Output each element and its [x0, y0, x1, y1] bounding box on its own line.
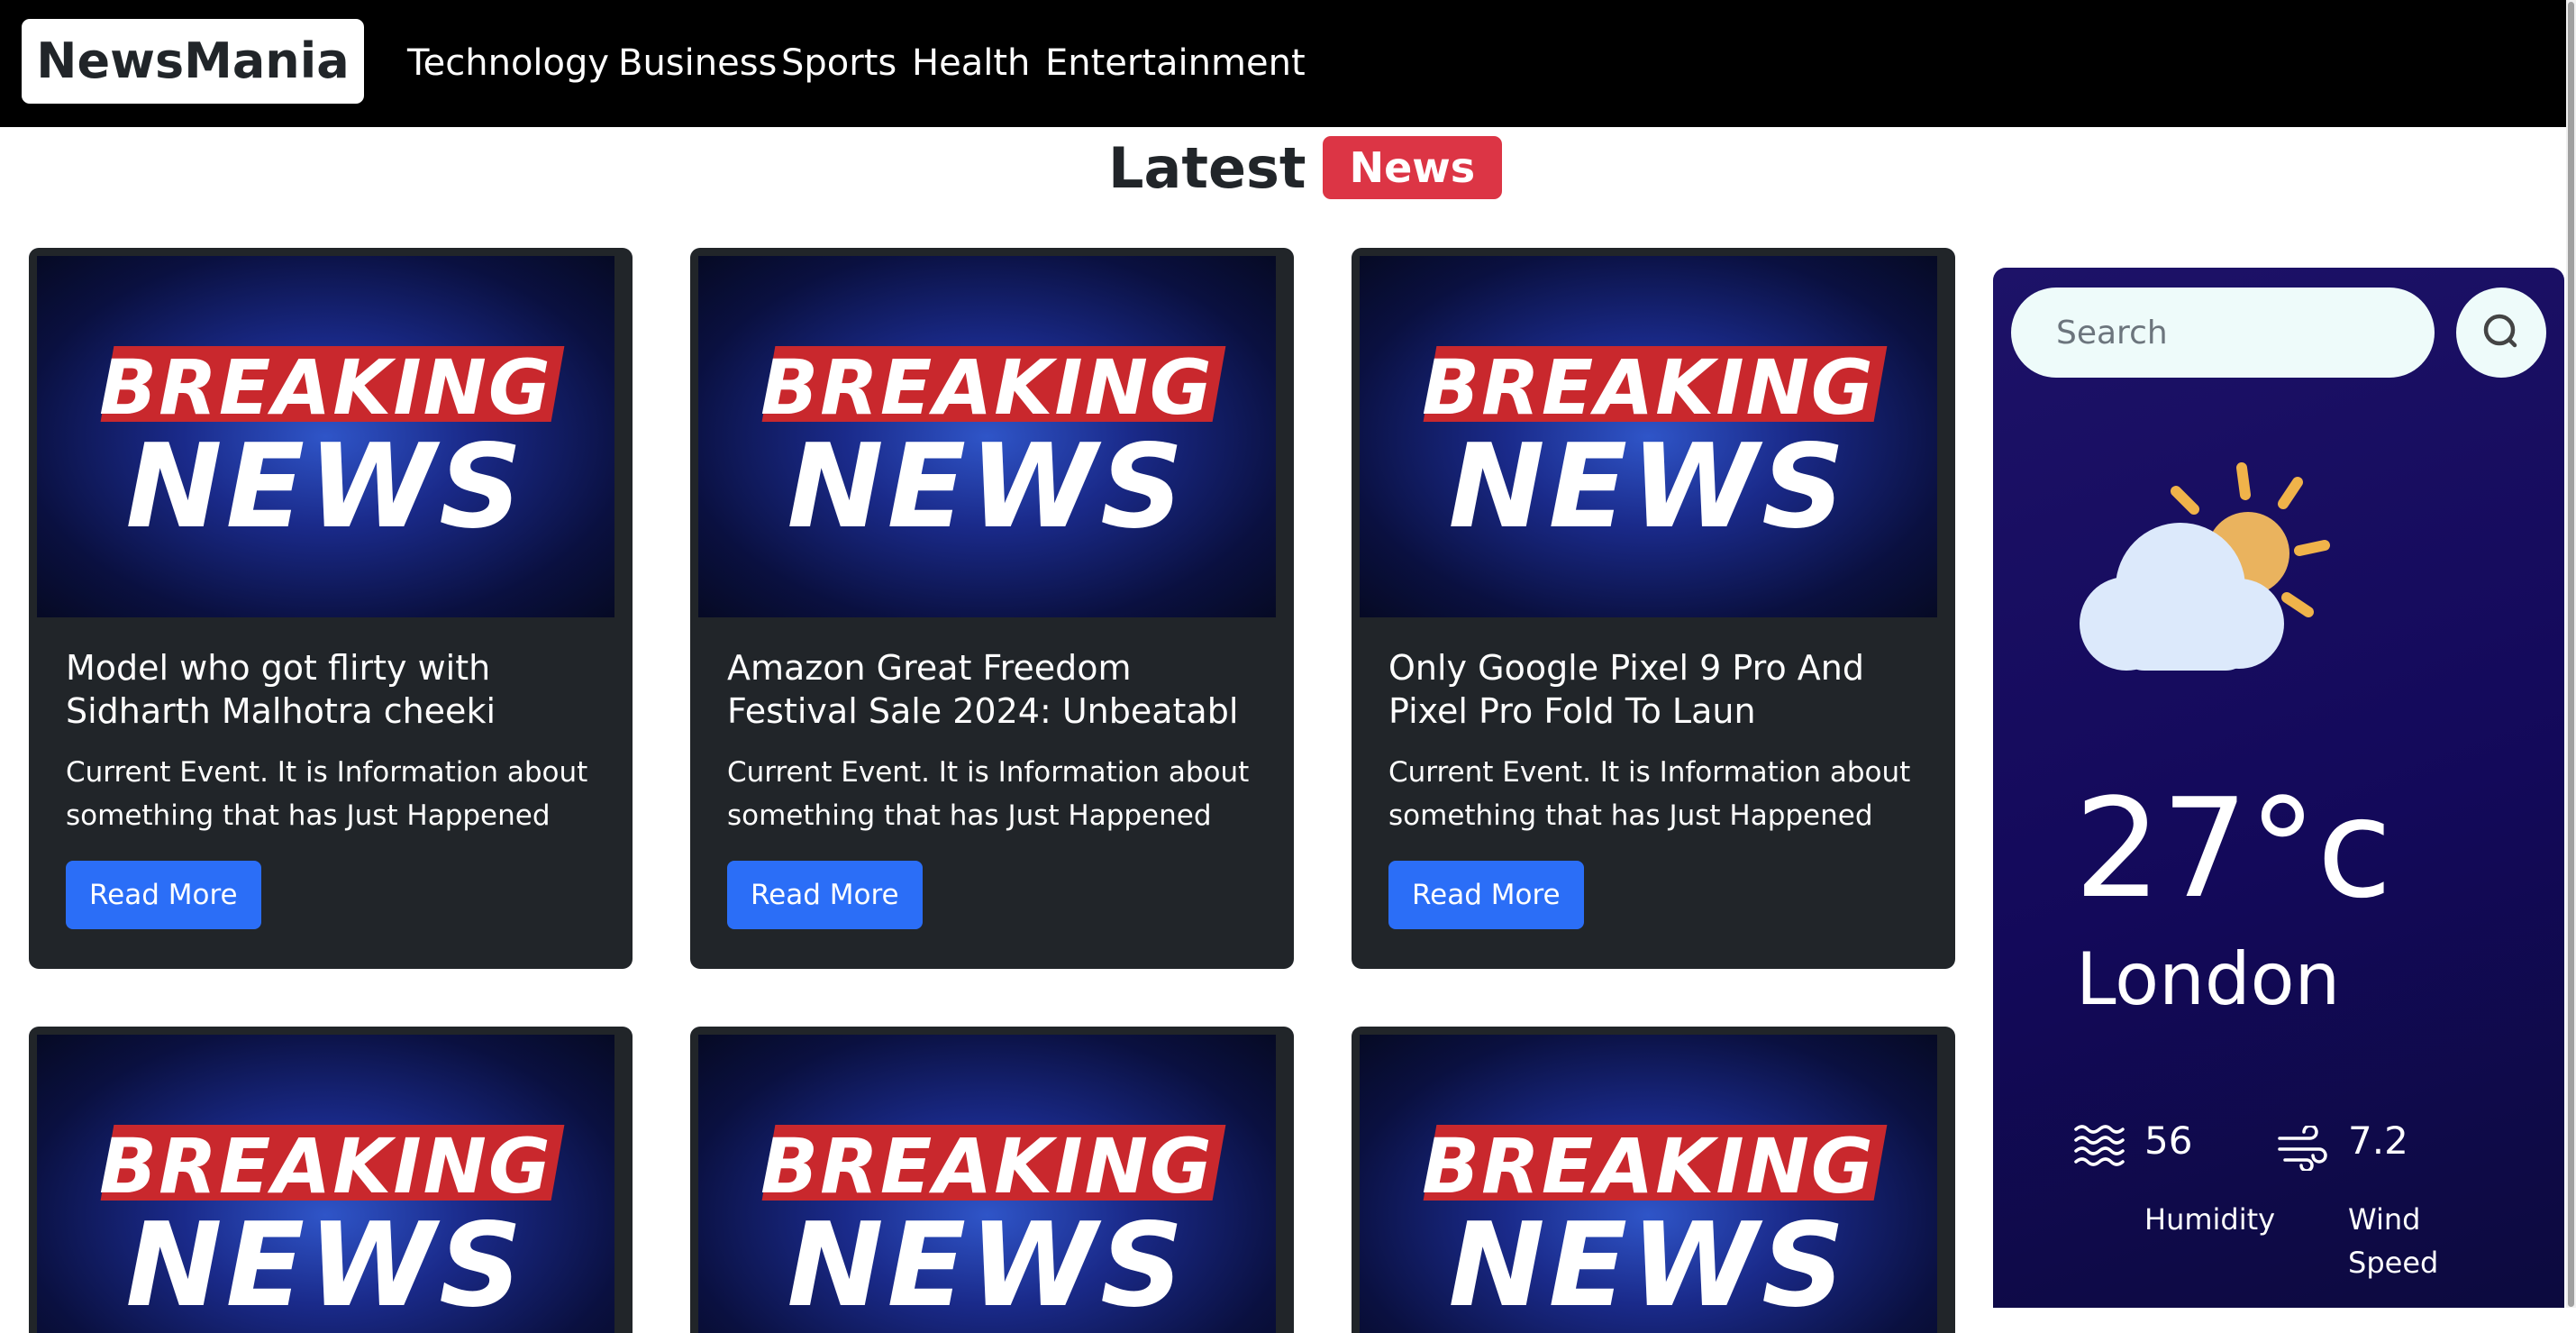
search-icon [2483, 314, 2517, 348]
nav-link-entertainment[interactable]: Entertainment [1045, 36, 1306, 90]
breaking-text: BREAKING [1422, 343, 1875, 432]
news-card: BREAKING NEWS [29, 1027, 633, 1333]
breaking-news-image: BREAKING NEWS [1360, 256, 1937, 617]
navbar: NewsMania Technology Business Sports Hea… [0, 0, 2566, 127]
read-more-button[interactable]: Read More [1388, 861, 1584, 929]
temperature: 27°c [2074, 769, 2392, 928]
breaking-text: BREAKING [760, 343, 1214, 432]
news-card: BREAKING NEWS [1352, 1027, 1955, 1333]
wind-speed-label: Wind Speed [2348, 1202, 2439, 1280]
scrollbar-thumb[interactable] [2568, 2, 2574, 1307]
breaking-text: BREAKING [1422, 1122, 1875, 1210]
weather-panel: 27°c London 56 Humidity 7.2 Wind Speed [1993, 268, 2564, 1308]
card-text: Current Event. It is Information about s… [1388, 756, 1911, 832]
news-card: BREAKING NEWS Amazon Great Freedom Festi… [690, 248, 1294, 969]
news-card: BREAKING NEWS Only Google Pixel 9 Pro An… [1352, 248, 1955, 969]
heading-text: Latest [1108, 134, 1306, 201]
humidity-value: 56 [2144, 1118, 2193, 1163]
breaking-text: BREAKING [760, 1122, 1214, 1210]
breaking-news-image: BREAKING NEWS [698, 1035, 1276, 1333]
nav-link-technology[interactable]: Technology [407, 36, 609, 90]
news-text: NEWS [125, 1199, 526, 1333]
breaking-news-image: BREAKING NEWS [1360, 1035, 1937, 1333]
breaking-news-image: BREAKING NEWS [698, 256, 1276, 617]
nav-link-business[interactable]: Business [618, 36, 777, 90]
breaking-text: BREAKING [99, 1122, 552, 1210]
news-badge: News [1322, 136, 1503, 199]
news-text: NEWS [125, 420, 526, 554]
news-card: BREAKING NEWS Model who got flirty with … [29, 248, 633, 969]
sun-cloud-icon [2080, 462, 2330, 671]
city-search-input[interactable] [2011, 288, 2435, 378]
news-text: NEWS [787, 1199, 1188, 1333]
brand-logo[interactable]: NewsMania [22, 19, 364, 104]
card-title: Model who got flirty with Sidharth Malho… [66, 648, 496, 731]
read-more-button[interactable]: Read More [727, 861, 923, 929]
news-text: NEWS [1448, 1199, 1849, 1333]
read-more-button[interactable]: Read More [66, 861, 261, 929]
news-text: NEWS [787, 420, 1188, 554]
nav-link-health[interactable]: Health [912, 36, 1030, 90]
wind-speed-value: 7.2 [2348, 1118, 2408, 1163]
breaking-news-image: BREAKING NEWS [37, 256, 614, 617]
wind-icon [2278, 1126, 2327, 1171]
page-scrollbar[interactable] [2566, 0, 2576, 1308]
news-text: NEWS [1448, 420, 1849, 554]
humidity-label: Humidity [2144, 1202, 2276, 1237]
section-heading: Latest News [1108, 130, 1503, 205]
breaking-text: BREAKING [99, 343, 552, 432]
search-button[interactable] [2456, 288, 2546, 378]
humidity-icon [2074, 1125, 2125, 1166]
card-text: Current Event. It is Information about s… [727, 756, 1250, 832]
card-title: Only Google Pixel 9 Pro And Pixel Pro Fo… [1388, 648, 1864, 731]
card-text: Current Event. It is Information about s… [66, 756, 588, 832]
breaking-news-image: BREAKING NEWS [37, 1035, 614, 1333]
city-name: London [2076, 937, 2341, 1021]
card-title: Amazon Great Freedom Festival Sale 2024:… [727, 648, 1239, 731]
nav-link-sports[interactable]: Sports [781, 36, 897, 90]
news-card: BREAKING NEWS [690, 1027, 1294, 1333]
